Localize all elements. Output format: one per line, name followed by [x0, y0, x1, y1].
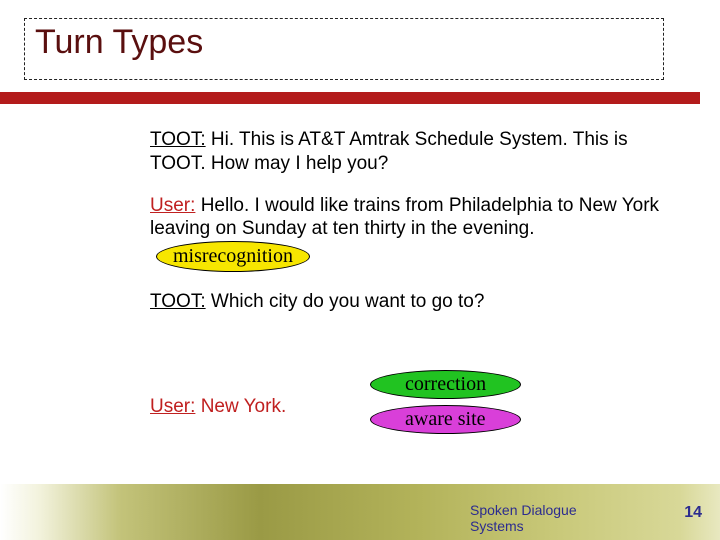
turn-toot-2: TOOT: Which city do you want to go to?	[150, 290, 670, 314]
footer-text: Spoken Dialogue Systems	[470, 502, 630, 534]
footer-line-1: Spoken Dialogue	[470, 502, 577, 518]
badge-correction: correction	[370, 370, 521, 399]
content-area: TOOT: Hi. This is AT&T Amtrak Schedule S…	[150, 128, 670, 314]
turn-user-2: User: New York.	[150, 396, 286, 418]
title-box: Turn Types	[24, 18, 664, 80]
footer-line-2: Systems	[470, 518, 524, 534]
badge-aware-site: aware site	[370, 405, 521, 434]
badge-stack: correction aware site	[370, 370, 570, 440]
badge-misrecognition: misrecognition	[156, 241, 310, 272]
utterance-text: Hello. I would like trains from Philadel…	[150, 195, 659, 240]
page-number: 14	[684, 504, 702, 522]
turn-user-1: User: Hello. I would like trains from Ph…	[150, 194, 670, 273]
speaker-label-user: User:	[150, 396, 195, 417]
divider-bar	[0, 92, 700, 104]
slide-title: Turn Types	[35, 25, 653, 61]
speaker-label-user: User:	[150, 195, 195, 216]
slide: Turn Types TOOT: Hi. This is AT&T Amtrak…	[0, 0, 720, 540]
speaker-label-toot: TOOT:	[150, 291, 206, 312]
speaker-label-toot: TOOT:	[150, 129, 206, 150]
footer-bar: Spoken Dialogue Systems 14	[0, 484, 720, 540]
turn-toot-1: TOOT: Hi. This is AT&T Amtrak Schedule S…	[150, 128, 670, 176]
utterance-text: Hi. This is AT&T Amtrak Schedule System.…	[150, 129, 628, 174]
utterance-text: Which city do you want to go to?	[211, 291, 485, 312]
utterance-text: New York.	[201, 396, 287, 417]
